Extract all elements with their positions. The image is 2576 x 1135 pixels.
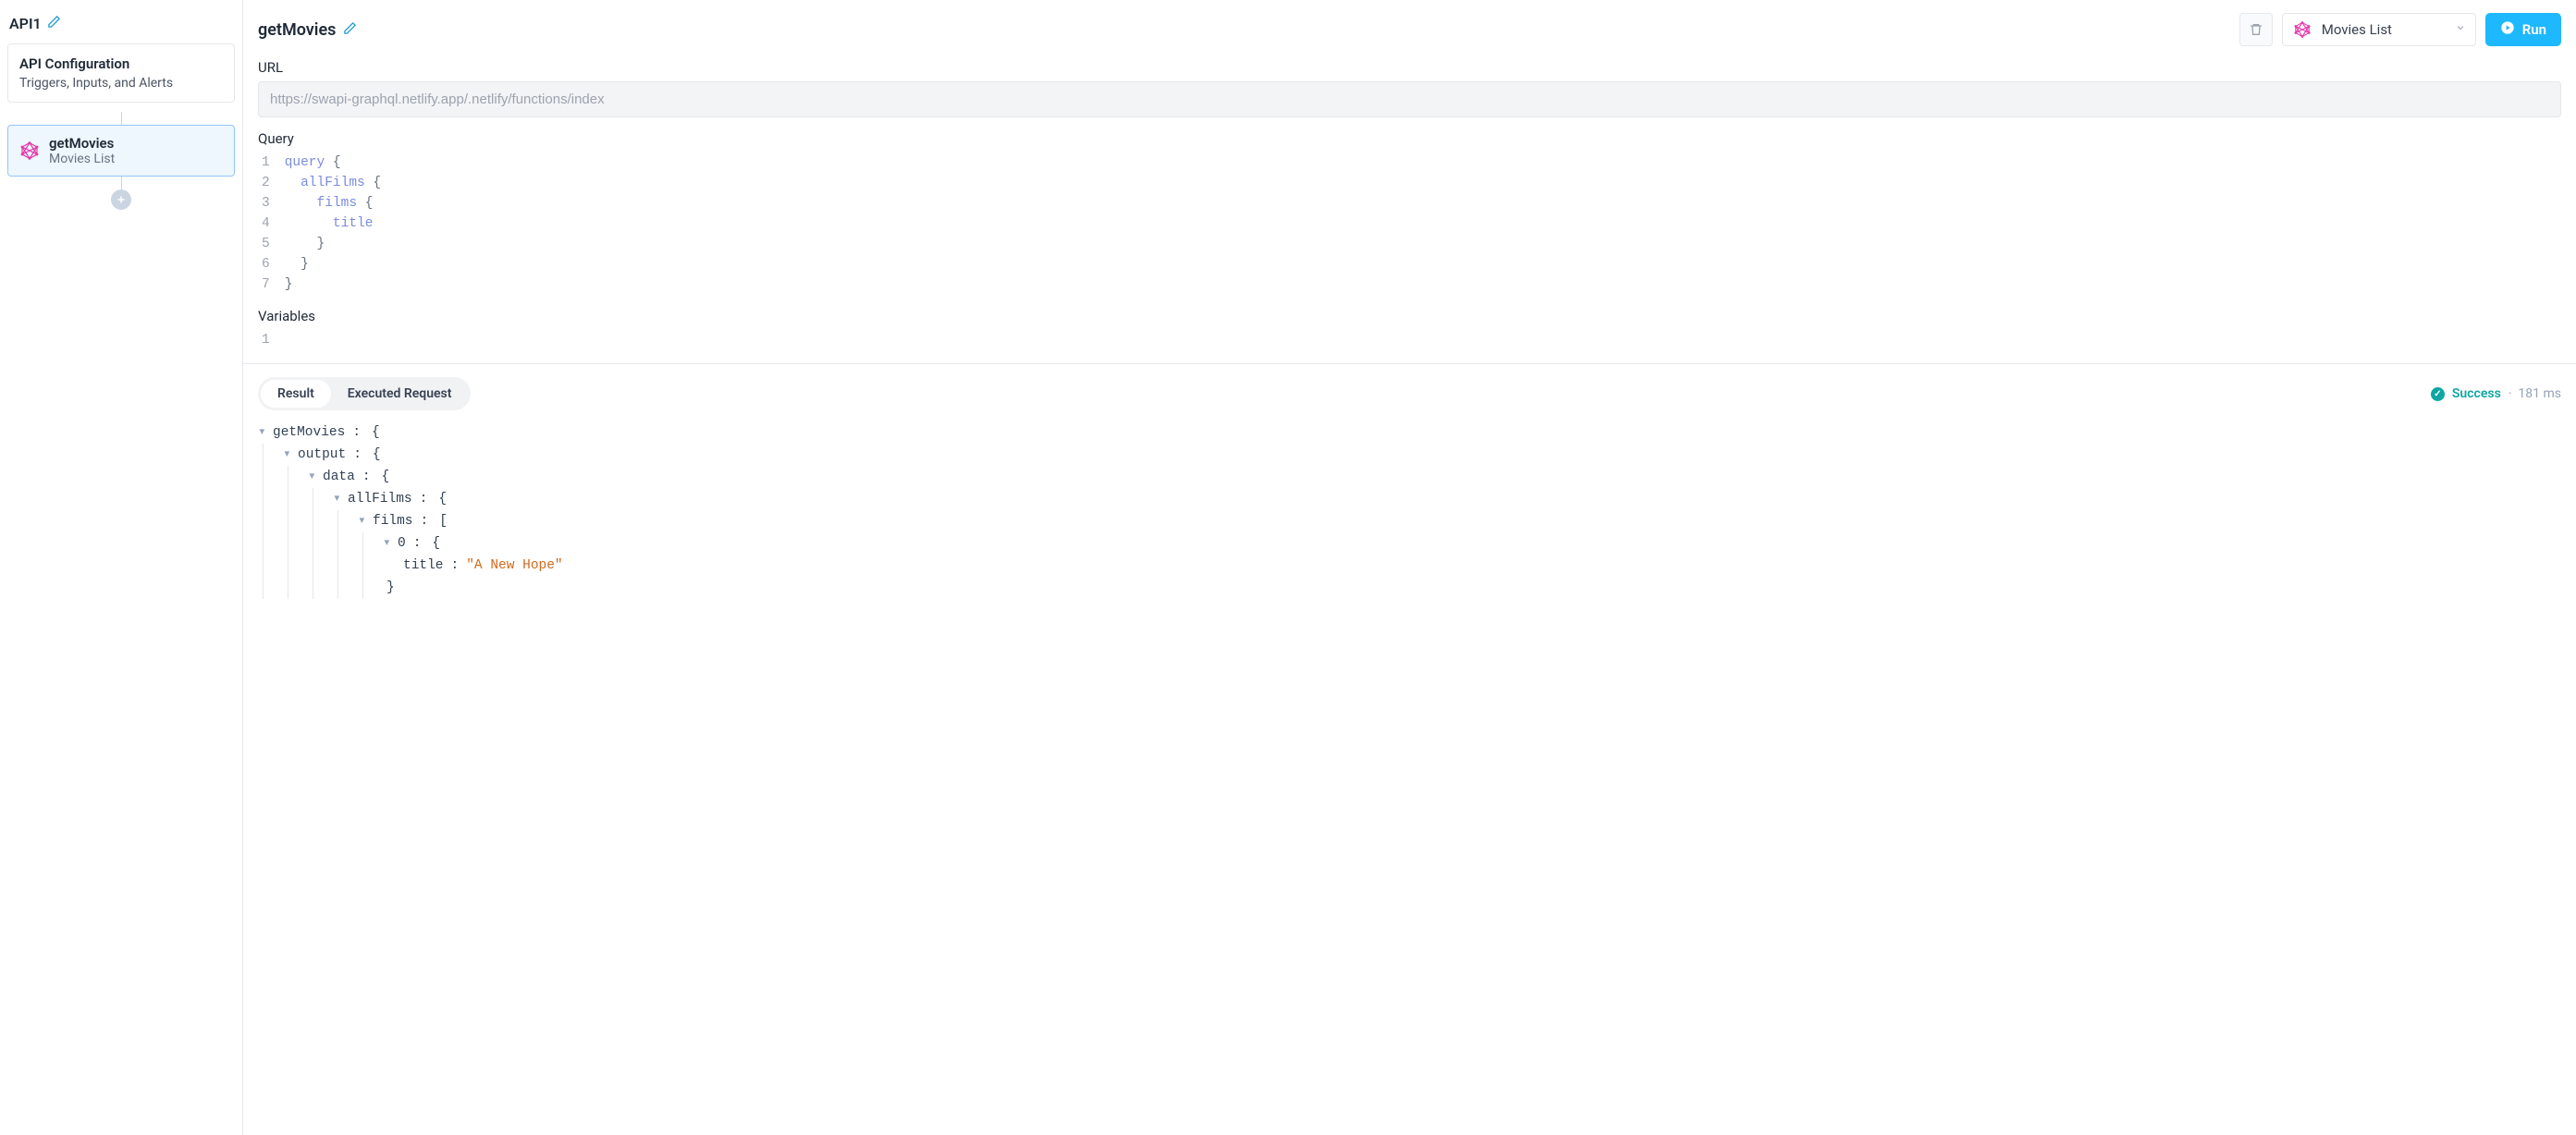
result-panel: Result Executed Request ✓ Success · 181 … <box>243 363 2576 1135</box>
url-input[interactable] <box>258 81 2561 117</box>
api-name: API1 <box>9 15 42 32</box>
query-section: Query 1 2 3 4 5 6 7 query { allFilms { f… <box>243 125 2576 302</box>
code-gutter: 1 2 3 4 5 6 7 <box>262 153 285 295</box>
block-title: getMovies <box>258 20 336 40</box>
api-config-card[interactable]: API Configuration Triggers, Inputs, and … <box>7 43 235 103</box>
status-badge: ✓ Success · 181 ms <box>2431 386 2561 401</box>
delete-button[interactable] <box>2239 13 2273 46</box>
code-content: query { allFilms { films { title } } } <box>285 153 2561 295</box>
tab-result[interactable]: Result <box>261 380 331 408</box>
page-title: getMovies <box>258 20 2230 40</box>
node-text: getMovies Movies List <box>49 135 115 166</box>
api-node-getmovies[interactable]: getMovies Movies List <box>7 125 235 177</box>
run-label: Run <box>2522 21 2546 38</box>
edit-icon[interactable] <box>47 15 61 32</box>
resource-select[interactable]: Movies List <box>2282 13 2476 46</box>
connector-line <box>121 177 122 189</box>
result-tree[interactable]: ▾getMovies:{ ▾output:{ ▾data:{ ▾allFilms… <box>258 421 2561 599</box>
url-section: URL <box>243 54 2576 125</box>
api-config-subtitle: Triggers, Inputs, and Alerts <box>19 76 223 91</box>
query-editor[interactable]: 1 2 3 4 5 6 7 query { allFilms { films {… <box>258 153 2561 295</box>
variables-editor[interactable]: 1 <box>258 330 2561 350</box>
edit-icon[interactable] <box>343 20 357 40</box>
code-gutter: 1 <box>262 330 285 350</box>
url-label: URL <box>258 59 2561 76</box>
caret-icon[interactable]: ▾ <box>383 532 394 555</box>
graphql-icon <box>2292 19 2312 40</box>
run-button[interactable]: Run <box>2485 13 2561 46</box>
status-text: Success <box>2452 386 2501 401</box>
caret-icon[interactable]: ▾ <box>258 421 269 444</box>
main-header: getMovies Movies List <box>243 0 2576 54</box>
variables-section: Variables 1 <box>243 302 2576 358</box>
connector-line <box>121 112 122 125</box>
play-icon <box>2500 20 2515 39</box>
node-subtitle: Movies List <box>49 152 115 166</box>
sidebar: API1 API Configuration Triggers, Inputs,… <box>0 0 242 1135</box>
resource-select-label: Movies List <box>2322 21 2446 38</box>
result-tabs: Result Executed Request <box>258 377 471 410</box>
check-icon: ✓ <box>2431 387 2445 401</box>
tab-executed-request[interactable]: Executed Request <box>331 380 469 408</box>
api-name-header: API1 <box>7 15 235 43</box>
caret-icon[interactable]: ▾ <box>308 466 319 488</box>
caret-icon[interactable]: ▾ <box>333 488 344 510</box>
node-title: getMovies <box>49 135 115 152</box>
graphql-icon <box>19 140 40 161</box>
api-config-title: API Configuration <box>19 55 223 72</box>
status-time: 181 ms <box>2518 386 2561 401</box>
variables-label: Variables <box>258 308 2561 324</box>
caret-icon[interactable]: ▾ <box>358 510 369 532</box>
query-label: Query <box>258 130 2561 147</box>
chevron-down-icon <box>2455 22 2466 37</box>
add-node-button[interactable] <box>111 189 131 210</box>
caret-icon[interactable]: ▾ <box>283 444 294 466</box>
main-panel: getMovies Movies List <box>242 0 2576 1135</box>
